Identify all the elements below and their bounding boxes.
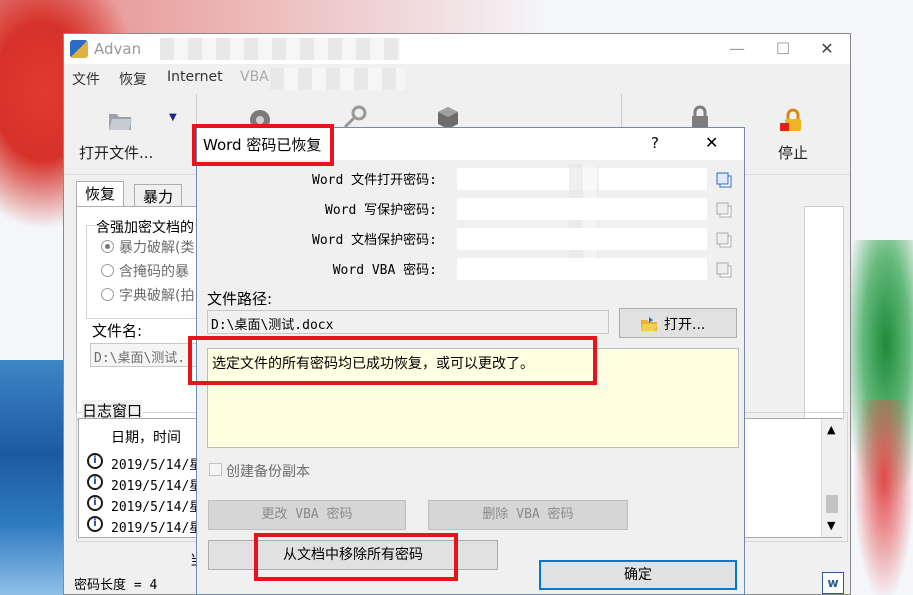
desktop-wallpaper-red2 <box>855 400 913 595</box>
blurred-title <box>160 38 400 60</box>
log-column-date[interactable]: 日期，时间 <box>111 427 181 447</box>
log-row: 2019/5/14/星 <box>111 500 203 515</box>
open-folder-icon <box>109 114 132 130</box>
info-icon: i <box>87 516 103 532</box>
stop-label: 停止 <box>778 144 809 162</box>
highlight-title <box>192 124 334 166</box>
menu-file[interactable]: 文件 <box>72 69 100 89</box>
log-row: 2019/5/14/星 <box>111 458 203 473</box>
option-mask: 含掩码的暴 <box>119 264 189 280</box>
file-path-value: D:\桌面\测试.docx <box>211 318 334 333</box>
radio-bruteforce[interactable] <box>101 240 114 253</box>
app-icon <box>70 40 88 58</box>
log-row: 2019/5/14/星 <box>111 521 203 536</box>
menubar: 文件 恢复 Internet VBA <box>64 64 850 92</box>
write-password-field[interactable] <box>457 198 707 220</box>
radio-mask[interactable] <box>101 264 114 277</box>
info-icon: i <box>87 474 103 490</box>
copy-icon[interactable] <box>715 171 733 189</box>
highlight-message <box>188 336 597 385</box>
blurred-menu <box>270 68 405 90</box>
file-name-value: D:\桌面\测试. <box>94 351 186 366</box>
file-name-field[interactable]: D:\桌面\测试. <box>90 343 198 367</box>
delete-vba-password-button[interactable]: 删除 VBA 密码 <box>428 500 628 530</box>
menu-vba[interactable]: VBA <box>240 69 269 85</box>
change-vba-password-button[interactable]: 更改 VBA 密码 <box>208 500 406 530</box>
backup-checkbox-label: 创建备份副本 <box>226 464 310 480</box>
open-button[interactable]: 打开... <box>619 308 737 338</box>
stop-button[interactable]: 停止 <box>770 96 840 168</box>
right-panel <box>804 206 844 420</box>
open-file-button[interactable]: 打开文件... ▼ <box>74 96 184 168</box>
vba-password-field[interactable] <box>457 258 707 280</box>
dialog-close-button[interactable]: ✕ <box>705 133 718 152</box>
file-path-field[interactable]: D:\桌面\测试.docx <box>207 310 609 334</box>
dropdown-arrow-icon[interactable]: ▼ <box>169 112 177 123</box>
radio-dictionary[interactable] <box>101 288 114 301</box>
copy-icon[interactable] <box>715 261 733 279</box>
word-doc-icon: w <box>822 572 844 594</box>
ok-button[interactable]: 确定 <box>539 560 737 590</box>
write-password-label: Word 写保护密码: <box>325 203 437 218</box>
log-row: 2019/5/14/星 <box>111 479 203 494</box>
minimize-button[interactable]: — <box>714 34 760 64</box>
password-recovered-dialog: Word 密码已恢复 ? ✕ Word 文件打开密码: Word 写保护密码: … <box>188 124 745 595</box>
open-folder-icon <box>641 317 657 331</box>
backup-checkbox[interactable] <box>209 463 222 476</box>
main-close-button[interactable]: ✕ <box>804 34 850 64</box>
scroll-down-icon[interactable]: ▼ <box>827 519 835 532</box>
log-scrollbar[interactable]: ▲ ▼ <box>821 419 842 537</box>
password-length-status: 密码长度 = 4 <box>74 578 158 593</box>
highlight-remove-all <box>254 533 458 581</box>
doc-protect-password-field[interactable] <box>457 228 707 250</box>
copy-icon[interactable] <box>715 231 733 249</box>
menu-recover[interactable]: 恢复 <box>119 69 147 89</box>
open-password-label: Word 文件打开密码: <box>312 173 437 188</box>
open-file-label: 打开文件... <box>79 144 154 162</box>
main-window-title: Advan <box>94 40 142 58</box>
tab-recover[interactable]: 恢复 <box>76 181 125 206</box>
doc-protect-password-label: Word 文档保护密码: <box>312 233 437 248</box>
menu-internet[interactable]: Internet <box>167 69 223 85</box>
attack-group-title: 含强加密文档的 <box>96 217 194 237</box>
file-path-label: 文件路径: <box>207 290 273 308</box>
info-icon: i <box>87 453 103 469</box>
info-icon: i <box>87 495 103 511</box>
scroll-thumb[interactable] <box>826 495 838 513</box>
vba-password-label: Word VBA 密码: <box>332 263 437 278</box>
option-dictionary: 字典破解(拍 <box>119 288 195 304</box>
maximize-button[interactable]: ☐ <box>760 34 806 64</box>
stop-lock-icon <box>780 108 801 131</box>
scroll-up-icon[interactable]: ▲ <box>827 423 835 436</box>
file-name-label: 文件名: <box>92 322 143 340</box>
main-titlebar: Advan — ☐ ✕ <box>64 34 850 64</box>
copy-icon[interactable] <box>715 201 733 219</box>
help-button[interactable]: ? <box>651 134 659 152</box>
option-bruteforce: 暴力破解(类 <box>119 240 195 256</box>
open-button-label: 打开... <box>664 317 706 333</box>
